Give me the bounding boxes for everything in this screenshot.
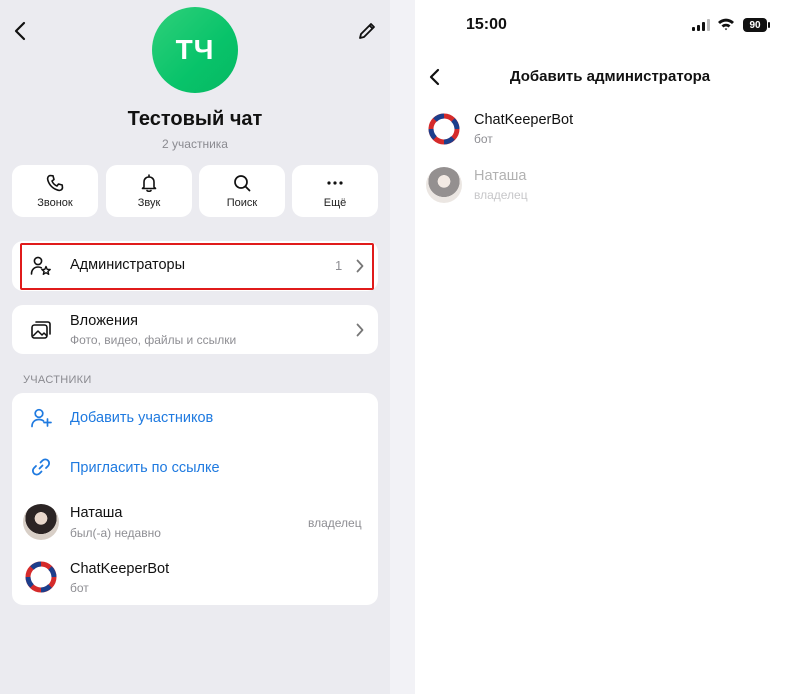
call-button-label: Звонок (37, 197, 73, 209)
edit-button[interactable] (356, 20, 378, 42)
link-icon (31, 458, 51, 476)
administrators-count: 1 (335, 258, 343, 273)
invite-link-label: Пригласить по ссылке (70, 460, 220, 476)
battery-indicator: 90 (743, 18, 767, 32)
candidate-name: ChatKeeperBot (474, 112, 574, 128)
chat-avatar-initials: ТЧ (175, 34, 215, 65)
more-icon (327, 181, 343, 185)
members-card: Добавить участников Пригласить по ссылке… (12, 393, 378, 605)
member-role-badge: владелец (308, 516, 362, 530)
panel-divider (390, 0, 415, 694)
attachments-row[interactable]: Вложения Фото, видео, файлы и ссылки (12, 305, 378, 354)
member-status: был(-а) недавно (70, 526, 161, 540)
candidate-name: Наташа (474, 168, 527, 184)
member-status: бот (70, 581, 89, 595)
status-time: 15:00 (466, 16, 507, 33)
chevron-right-icon (356, 259, 364, 273)
battery-level: 90 (749, 19, 761, 31)
page-title: Добавить администратора (509, 68, 711, 85)
lifebuoy-icon (428, 113, 460, 145)
phone-icon (46, 174, 64, 192)
candidate-row-natasha: Наташа владелец (415, 160, 805, 212)
invite-link-row[interactable]: Пригласить по ссылке (12, 443, 378, 493)
chat-title: Тестовый чат (127, 108, 263, 130)
sound-button-label: Звук (137, 197, 161, 209)
bell-icon (141, 174, 157, 193)
chevron-left-icon (14, 21, 26, 41)
candidate-row-chatkeeperbot[interactable]: ChatKeeperBot бот (415, 104, 805, 156)
more-button-label: Ещё (323, 197, 347, 209)
candidate-subtitle: бот (474, 132, 493, 146)
sound-button[interactable]: Звук (106, 165, 192, 217)
battery-tip (768, 22, 770, 28)
call-button[interactable]: Звонок (12, 165, 98, 217)
search-icon (234, 175, 251, 192)
search-button[interactable]: Поиск (199, 165, 285, 217)
members-section-title: УЧАСТНИКИ (23, 374, 92, 386)
attachments-label: Вложения (70, 313, 138, 329)
back-button[interactable] (10, 20, 30, 42)
candidate-subtitle: владелец (474, 188, 528, 202)
more-button[interactable]: Ещё (292, 165, 378, 217)
chat-member-count: 2 участника (162, 137, 228, 151)
avatar (23, 504, 59, 540)
signal-icon (692, 19, 710, 31)
chevron-right-icon (356, 323, 364, 337)
lifebuoy-icon (25, 561, 57, 593)
avatar (426, 167, 462, 203)
add-members-label: Добавить участников (70, 410, 214, 426)
administrators-row[interactable]: Администраторы 1 (12, 241, 378, 291)
wifi-icon (718, 18, 734, 31)
add-members-row[interactable]: Добавить участников (12, 393, 378, 443)
chat-avatar: ТЧ (152, 7, 238, 93)
member-name: Наташа (70, 505, 123, 521)
member-row-chatkeeperbot[interactable]: ChatKeeperBot бот (12, 551, 378, 605)
pencil-icon (359, 23, 375, 39)
chat-info-panel: ТЧ Тестовый чат 2 участника Звонок Звук … (0, 0, 390, 694)
member-row-natasha[interactable]: Наташа был(-а) недавно владелец (12, 495, 378, 549)
media-gallery-icon (31, 321, 51, 339)
attachments-subtitle: Фото, видео, файлы и ссылки (70, 333, 237, 347)
search-button-label: Поиск (226, 197, 258, 209)
member-name: ChatKeeperBot (70, 561, 170, 577)
administrators-label: Администраторы (70, 257, 186, 273)
admin-user-star-icon (30, 256, 51, 275)
bot-avatar (23, 559, 59, 595)
add-user-icon (31, 408, 52, 428)
bot-avatar (426, 111, 462, 147)
